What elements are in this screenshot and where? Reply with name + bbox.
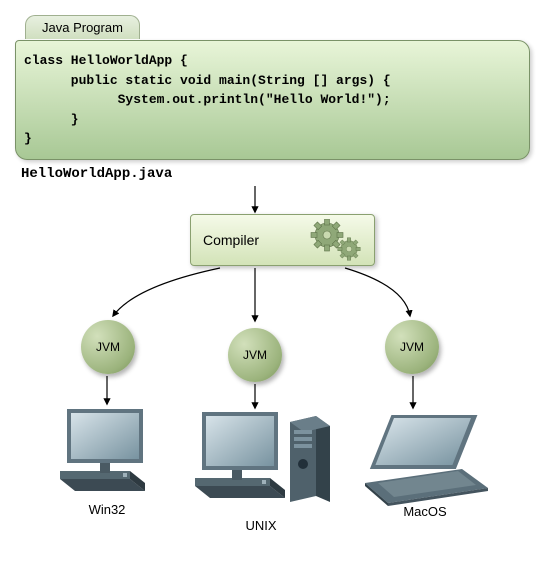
compiler-box: Compiler	[190, 214, 375, 266]
platform-label-unix: UNIX	[211, 518, 311, 533]
computer-icon-win32	[45, 401, 165, 501]
jvm-label: JVM	[400, 340, 424, 354]
jvm-node-win32: JVM	[81, 320, 135, 374]
filename-label: HelloWorldApp.java	[21, 166, 530, 182]
compiler-label: Compiler	[203, 232, 259, 248]
jvm-node-unix: JVM	[228, 328, 282, 382]
computer-icon-unix	[190, 404, 340, 504]
platform-label-win32: Win32	[57, 502, 157, 517]
source-code: class HelloWorldApp { public static void…	[15, 40, 530, 160]
jvm-node-macos: JVM	[385, 320, 439, 374]
computer-icon-macos	[360, 411, 490, 511]
gears-icon	[309, 219, 364, 266]
panel-tab: Java Program	[25, 15, 140, 39]
jvm-label: JVM	[243, 348, 267, 362]
jvm-label: JVM	[96, 340, 120, 354]
compilation-diagram: Compiler	[15, 186, 530, 546]
java-program-panel: Java Program class HelloWorldApp { publi…	[15, 40, 530, 160]
platform-label-macos: MacOS	[375, 504, 475, 519]
